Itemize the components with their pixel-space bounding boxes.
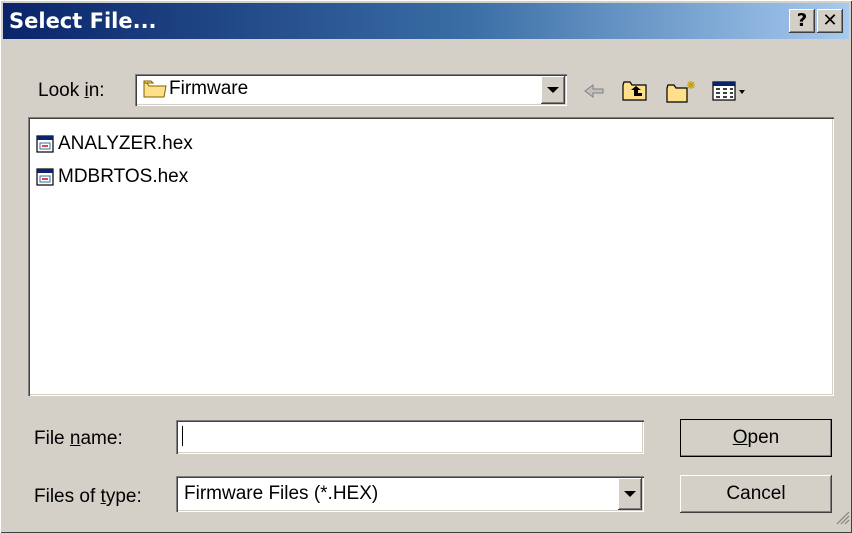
title-bar[interactable]: Select File... ? ✕ xyxy=(3,3,849,39)
help-icon: ? xyxy=(796,10,808,31)
chevron-down-icon xyxy=(547,87,559,93)
text-caret xyxy=(182,426,183,446)
file-name: ANALYZER.hex xyxy=(58,133,193,154)
file-name-label: File name: xyxy=(34,428,123,449)
cancel-button[interactable]: Cancel xyxy=(680,475,832,513)
up-folder-icon[interactable] xyxy=(622,80,648,108)
list-item[interactable]: MDBRTOS.hex xyxy=(36,166,188,188)
file-name-input[interactable] xyxy=(176,420,644,454)
look-in-combobox[interactable]: Firmware xyxy=(135,74,567,106)
file-type-combobox[interactable]: Firmware Files (*.HEX) xyxy=(176,476,644,512)
file-name: MDBRTOS.hex xyxy=(58,166,189,187)
close-icon: ✕ xyxy=(822,10,838,31)
close-button[interactable]: ✕ xyxy=(817,9,843,33)
look-in-value: Firmware xyxy=(169,78,249,99)
help-button[interactable]: ? xyxy=(789,9,815,33)
back-arrow-icon[interactable] xyxy=(582,80,606,108)
file-list[interactable]: ANALYZER.hex MDBRTOS.hex xyxy=(28,117,834,396)
dialog-title: Select File... xyxy=(9,9,157,33)
file-type-dropdown-button[interactable] xyxy=(618,478,642,510)
look-in-label: Look in: xyxy=(38,80,105,101)
new-folder-icon[interactable] xyxy=(666,80,698,110)
chevron-down-icon xyxy=(624,491,636,497)
view-menu-icon[interactable] xyxy=(712,80,748,108)
select-file-dialog: Select File... ? ✕ Look in: Firmware ANA… xyxy=(0,0,852,533)
look-in-dropdown-button[interactable] xyxy=(541,76,565,104)
file-type-value: Firmware Files (*.HEX) xyxy=(184,483,379,504)
hex-file-icon xyxy=(36,135,54,153)
file-type-label: Files of type: xyxy=(34,486,142,507)
resize-grip-icon[interactable] xyxy=(836,509,850,531)
hex-file-icon xyxy=(36,168,54,186)
folder-icon xyxy=(143,79,167,105)
open-button[interactable]: Open xyxy=(680,419,832,457)
list-item[interactable]: ANALYZER.hex xyxy=(36,133,193,155)
